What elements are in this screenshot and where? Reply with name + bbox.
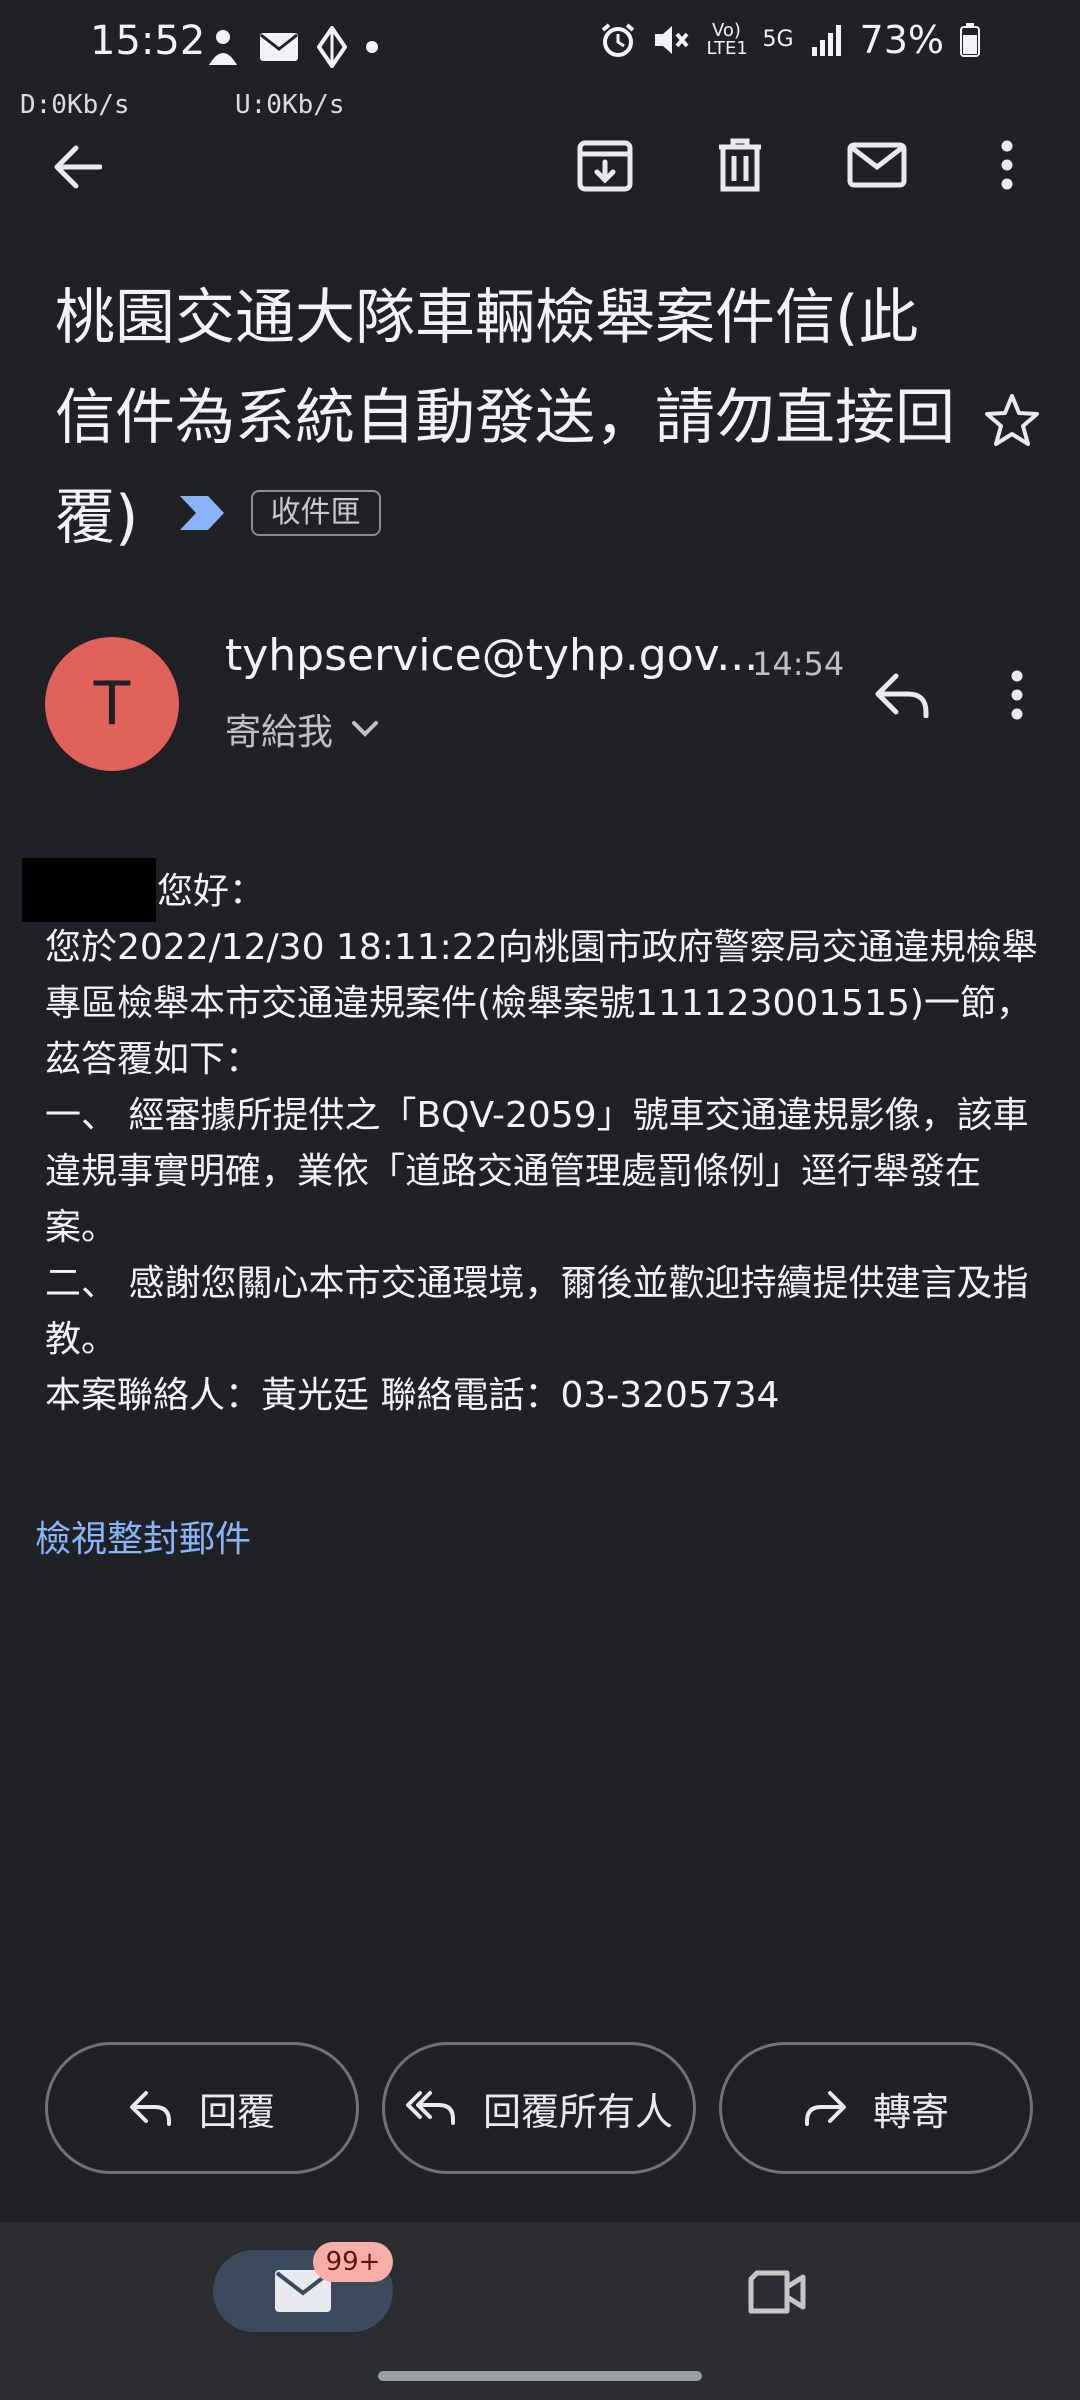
- reply-icon-button[interactable]: [862, 655, 942, 735]
- back-button[interactable]: [40, 130, 114, 204]
- download-speed: D:0Kb/s: [20, 90, 130, 120]
- lock-person-icon: [209, 30, 237, 65]
- video-camera-icon: [748, 2270, 806, 2314]
- sender-address[interactable]: tyhpservice@tyhp.gov...: [225, 630, 758, 681]
- star-icon: [985, 394, 1039, 446]
- body-paragraph: 您於2022/12/30 18:11:22向桃園市政府警察局交通違規檢舉專區檢舉…: [45, 927, 1038, 1080]
- battery-percent: 73%: [859, 18, 944, 62]
- status-notification-icons: [205, 26, 379, 68]
- status-system-icons: Vo) LTE1 5G 73%: [600, 18, 980, 62]
- recipient-label: 寄給我: [225, 712, 334, 753]
- reply-all-label: 回覆所有人: [482, 2089, 673, 2134]
- volte-indicator: Vo) LTE1: [706, 20, 748, 59]
- view-entire-message-link[interactable]: 檢視整封郵件: [35, 1510, 251, 1562]
- alarm-icon: [602, 23, 635, 57]
- reply-label: 回覆: [198, 2089, 275, 2134]
- email-subject-block: 桃園交通大隊車輛檢舉案件信(此信件為系統自動發送，請勿直接回覆) 收件匣: [55, 268, 955, 568]
- dot-icon: [366, 41, 378, 53]
- reply-all-button[interactable]: 回覆所有人: [382, 2042, 696, 2174]
- reply-icon: [875, 673, 929, 718]
- more-options-button[interactable]: [980, 128, 1034, 202]
- mark-unread-button[interactable]: [840, 128, 914, 202]
- sender-avatar[interactable]: T: [45, 637, 179, 771]
- delete-button[interactable]: [703, 128, 777, 202]
- trash-icon: [719, 138, 761, 192]
- forward-button[interactable]: 轉寄: [719, 2042, 1033, 2174]
- nav-meet-tab[interactable]: [740, 2255, 814, 2329]
- mail-notification-icon: [260, 33, 298, 61]
- inbox-label-chip[interactable]: 收件匣: [250, 490, 381, 537]
- mute-icon: [655, 26, 690, 54]
- forward-label: 轉寄: [872, 2089, 949, 2134]
- reply-button[interactable]: 回覆: [45, 2042, 359, 2174]
- body-greeting: 您好：: [157, 871, 266, 912]
- body-paragraph: 一、 經審據所提供之「BQV-2059」號車交通違規影像，該車違規事實明確，業依…: [45, 1095, 1029, 1248]
- body-paragraph: 二、 感謝您關心本市交通環境，爾後並歡迎持續提供建言及指教。: [45, 1263, 1029, 1360]
- envelope-icon: [847, 142, 907, 188]
- more-vertical-icon: [1001, 140, 1013, 190]
- more-vertical-icon: [1011, 670, 1023, 720]
- chevron-down-icon: [352, 721, 379, 737]
- crypto-icon: [317, 26, 347, 68]
- body-contact: 本案聯絡人：黃光廷 聯絡電話：03-3205734: [45, 1375, 780, 1416]
- star-button[interactable]: [975, 383, 1049, 457]
- home-indicator[interactable]: [378, 2371, 702, 2381]
- email-time: 14:54: [752, 645, 845, 683]
- reply-icon: [129, 2091, 171, 2126]
- importance-marker-icon[interactable]: [178, 494, 226, 532]
- battery-icon: [960, 23, 980, 57]
- reply-all-icon: [405, 2091, 455, 2125]
- signal-icon: [811, 25, 841, 56]
- unread-count-badge: 99+: [313, 2242, 393, 2282]
- archive-button[interactable]: [568, 128, 642, 202]
- sender-more-button[interactable]: [990, 655, 1044, 735]
- recipient-details-toggle[interactable]: 寄給我: [225, 703, 379, 755]
- archive-icon: [577, 140, 633, 192]
- arrow-left-icon: [54, 145, 102, 189]
- network-type: 5G: [762, 27, 794, 52]
- upload-speed: U:0Kb/s: [235, 90, 345, 120]
- status-time: 15:52: [90, 18, 206, 64]
- email-body: 您好： 您於2022/12/30 18:11:22向桃園市政府警察局交通違規檢舉…: [45, 864, 1045, 1424]
- forward-icon: [804, 2091, 846, 2126]
